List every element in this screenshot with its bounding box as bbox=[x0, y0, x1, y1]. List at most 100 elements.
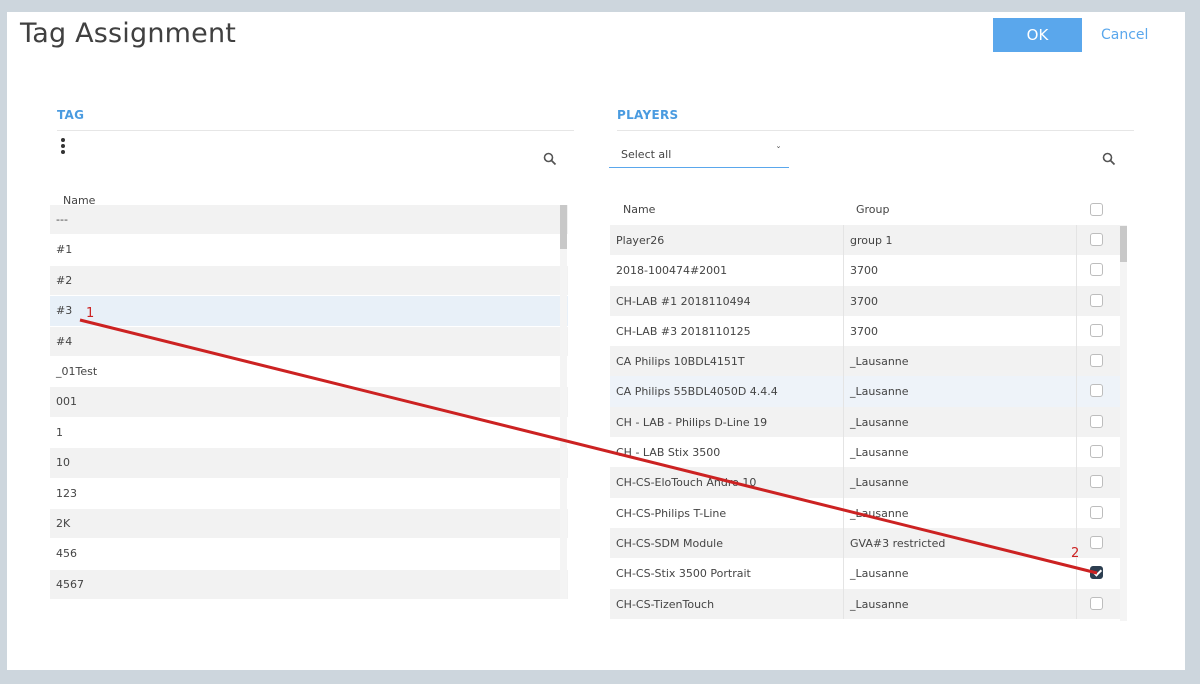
tag-row[interactable]: 2K bbox=[50, 508, 568, 540]
players-list: Player26 group 1 2018-100474#2001 3700 CH-LA… bbox=[610, 225, 1120, 619]
player-name: CH-LAB #3 2018110125 bbox=[616, 324, 751, 338]
player-checkbox[interactable] bbox=[1090, 354, 1103, 368]
column-separator bbox=[843, 406, 844, 438]
tag-row[interactable]: 4567 bbox=[50, 569, 568, 601]
tag-scrollbar-thumb[interactable] bbox=[560, 205, 567, 249]
column-separator bbox=[843, 255, 844, 286]
player-row[interactable]: CA Philips 10BDL4151T _Lausanne bbox=[610, 346, 1120, 377]
tag-row[interactable]: #3 bbox=[50, 296, 568, 327]
player-group: 3700 bbox=[850, 324, 878, 338]
player-group: _Lausanne bbox=[850, 446, 909, 460]
players-section-header: PLAYERS bbox=[617, 108, 679, 122]
tag-row-label: #4 bbox=[56, 334, 73, 348]
player-checkbox[interactable] bbox=[1090, 566, 1103, 580]
tag-row[interactable]: #4 bbox=[50, 326, 568, 357]
column-separator bbox=[1076, 346, 1077, 377]
player-checkbox[interactable] bbox=[1090, 323, 1103, 337]
player-group: _Lausanne bbox=[850, 476, 909, 490]
tag-row-label: 4567 bbox=[56, 577, 84, 591]
tag-row[interactable]: --- bbox=[50, 205, 568, 236]
tag-header-divider bbox=[57, 130, 574, 131]
player-name: 2018-100474#2001 bbox=[616, 264, 728, 278]
column-separator bbox=[843, 527, 844, 559]
search-icon[interactable] bbox=[543, 152, 557, 166]
tag-row[interactable]: 456 bbox=[50, 539, 568, 570]
select-all-checkbox[interactable] bbox=[1090, 203, 1103, 216]
player-name: CA Philips 10BDL4151T bbox=[616, 355, 745, 369]
tag-scrollbar-track[interactable] bbox=[560, 205, 567, 599]
player-row[interactable]: CH - LAB - Philips D-Line 19 _Lausanne bbox=[610, 406, 1120, 438]
player-group: _Lausanne bbox=[850, 415, 909, 429]
player-checkbox[interactable] bbox=[1090, 233, 1103, 246]
player-row[interactable]: CH-CS-EloTouch Andro 10 _Lausanne bbox=[610, 467, 1120, 498]
chevron-down-icon: ˇ bbox=[776, 146, 781, 157]
tag-row[interactable]: 10 bbox=[50, 448, 568, 479]
tag-row-label: 123 bbox=[56, 486, 77, 500]
column-separator bbox=[1076, 406, 1077, 438]
player-row[interactable]: CH-CS-TizenTouch _Lausanne bbox=[610, 588, 1120, 619]
column-separator bbox=[843, 315, 844, 347]
players-column-name: Name bbox=[623, 203, 656, 216]
player-name: CH - LAB Stix 3500 bbox=[616, 446, 721, 460]
player-row[interactable]: 2018-100474#2001 3700 bbox=[610, 255, 1120, 286]
player-row[interactable]: CH-CS-SDM Module GVA#3 restricted bbox=[610, 527, 1120, 559]
player-group: _Lausanne bbox=[850, 385, 909, 399]
tag-row-label: 001 bbox=[56, 395, 77, 409]
search-icon[interactable] bbox=[1102, 152, 1116, 166]
player-checkbox[interactable] bbox=[1090, 445, 1103, 459]
player-row[interactable]: CA Philips 55BDL4050D 4.4.4 _Lausanne bbox=[610, 376, 1120, 407]
annotation-marker-2: 2 bbox=[1071, 546, 1080, 561]
column-separator bbox=[1076, 467, 1077, 498]
tag-row[interactable]: _01Test bbox=[50, 356, 568, 388]
player-row[interactable]: CH - LAB Stix 3500 _Lausanne bbox=[610, 437, 1120, 468]
player-group: _Lausanne bbox=[850, 355, 909, 369]
player-row[interactable]: CH-LAB #1 2018110494 3700 bbox=[610, 285, 1120, 316]
player-row[interactable]: CH-CS-Philips T-Line _Lausanne bbox=[610, 497, 1120, 528]
player-checkbox[interactable] bbox=[1090, 596, 1103, 610]
player-row[interactable]: CH-LAB #3 2018110125 3700 bbox=[610, 315, 1120, 347]
select-all-dropdown[interactable]: Select all ˇ bbox=[609, 140, 789, 168]
column-separator bbox=[843, 346, 844, 377]
players-header-divider bbox=[617, 130, 1134, 131]
players-column-group: Group bbox=[856, 203, 890, 216]
tag-row[interactable]: #2 bbox=[50, 265, 568, 297]
column-separator bbox=[1076, 558, 1077, 589]
column-separator bbox=[1076, 315, 1077, 347]
column-separator bbox=[843, 285, 844, 316]
player-checkbox[interactable] bbox=[1090, 293, 1103, 307]
tag-row-label: 456 bbox=[56, 547, 77, 561]
column-separator bbox=[843, 225, 844, 256]
tag-row-label: _01Test bbox=[56, 364, 98, 378]
player-name: CA Philips 55BDL4050D 4.4.4 bbox=[616, 385, 778, 399]
player-row[interactable]: CH-CS-Stix 3500 Portrait _Lausanne bbox=[610, 558, 1120, 589]
tag-row-label: 1 bbox=[56, 425, 63, 439]
player-name: CH-CS-SDM Module bbox=[616, 536, 723, 550]
player-checkbox[interactable] bbox=[1090, 384, 1103, 398]
column-separator bbox=[843, 467, 844, 498]
player-checkbox[interactable] bbox=[1090, 414, 1103, 428]
tag-row[interactable]: #1 bbox=[50, 235, 568, 266]
player-group: 3700 bbox=[850, 294, 878, 308]
tag-row-label: --- bbox=[56, 213, 68, 226]
column-separator bbox=[843, 376, 844, 407]
tag-row[interactable]: 001 bbox=[50, 387, 568, 418]
player-group: group 1 bbox=[850, 234, 893, 247]
tag-row-label: #2 bbox=[56, 273, 73, 287]
player-row[interactable]: Player26 group 1 bbox=[610, 225, 1120, 256]
tag-list: --- #1 #2 #3 #4 _01Test 001 1 10 123 2K 456 4567 bbox=[50, 205, 568, 601]
tag-row[interactable]: 123 bbox=[50, 478, 568, 509]
players-scrollbar-thumb[interactable] bbox=[1120, 226, 1127, 262]
player-name: CH-CS-Stix 3500 Portrait bbox=[616, 567, 751, 581]
player-checkbox[interactable] bbox=[1090, 475, 1103, 489]
players-scrollbar-track[interactable] bbox=[1120, 225, 1127, 621]
dialog-title: Tag Assignment bbox=[20, 18, 237, 49]
column-separator bbox=[1076, 437, 1077, 468]
player-checkbox[interactable] bbox=[1090, 535, 1103, 549]
cancel-link[interactable]: Cancel bbox=[1101, 27, 1148, 43]
tag-row[interactable]: 1 bbox=[50, 417, 568, 449]
kebab-menu-icon[interactable] bbox=[58, 138, 68, 158]
column-separator bbox=[1076, 285, 1077, 316]
ok-button[interactable]: OK bbox=[993, 18, 1082, 52]
player-checkbox[interactable] bbox=[1090, 505, 1103, 519]
player-checkbox[interactable] bbox=[1090, 263, 1103, 277]
